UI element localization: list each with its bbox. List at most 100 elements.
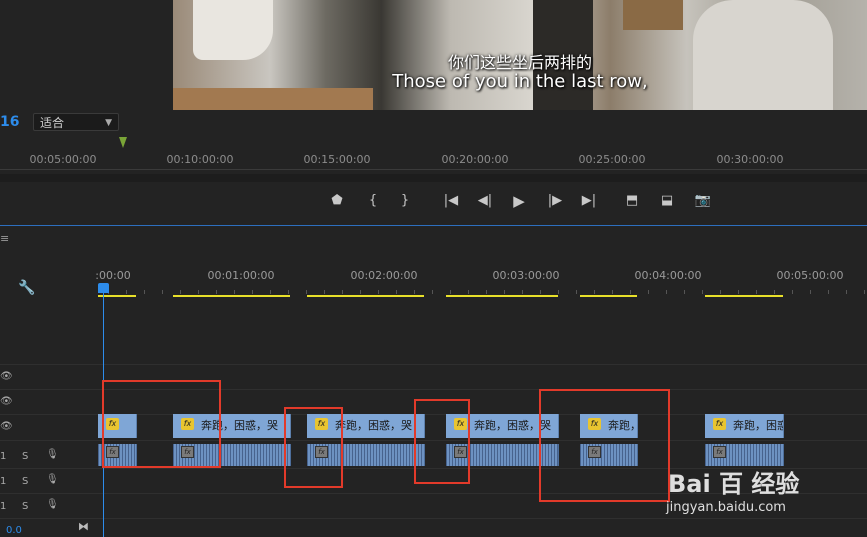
- ruler-minor-tick: [684, 290, 685, 294]
- render-bar-segment: [580, 295, 637, 297]
- ruler-minor-tick: [738, 290, 739, 294]
- audio-track-number: 1: [0, 476, 7, 487]
- monitor-scrollbar[interactable]: [0, 174, 867, 182]
- monitor-time-ruler[interactable]: 00:05:00:00 00:10:00:00 00:15:00:00 00:2…: [0, 144, 867, 170]
- render-bar-segment: [705, 295, 783, 297]
- annotation-box: [102, 380, 221, 468]
- go-to-out-icon[interactable]: ▶|: [578, 190, 600, 212]
- render-bar-segment: [307, 295, 424, 297]
- audio-track-number: 1: [0, 451, 7, 462]
- solo-button[interactable]: S: [22, 501, 28, 512]
- ruler-minor-tick: [306, 290, 307, 294]
- ruler-tick-label: :00:00: [95, 269, 131, 282]
- fx-badge: fx: [713, 418, 726, 430]
- ruler-minor-tick: [468, 290, 469, 294]
- baidu-watermark: Bai 百 经验 jingyan.baidu.com: [666, 464, 858, 534]
- ruler-tick-label: 00:15:00:00: [303, 153, 371, 166]
- panel-menu-icon[interactable]: ≡: [0, 232, 9, 245]
- program-monitor: 你们这些坐后两排的 Those of you in the last row, …: [0, 0, 867, 225]
- ruler-minor-tick: [648, 290, 649, 294]
- ruler-minor-tick: [630, 290, 631, 294]
- mark-in-icon[interactable]: {: [362, 190, 384, 212]
- ruler-tick-label: 00:02:00:00: [350, 269, 418, 282]
- ruler-minor-tick: [126, 290, 127, 294]
- ruler-minor-tick: [162, 290, 163, 294]
- wrench-icon[interactable]: 🔧: [18, 280, 35, 296]
- ruler-minor-tick: [216, 290, 217, 294]
- annotation-box: [539, 389, 670, 502]
- ruler-tick-label: 00:04:00:00: [634, 269, 702, 282]
- clip-name: 奔跑，困惑，哭: [335, 419, 412, 432]
- go-to-in-icon[interactable]: |◀: [440, 190, 462, 212]
- eye-icon[interactable]: 👁: [0, 371, 13, 382]
- ruler-minor-tick: [432, 290, 433, 294]
- step-back-icon[interactable]: ◀|: [474, 190, 496, 212]
- solo-button[interactable]: S: [22, 451, 28, 462]
- clip-name: 奔跑，困惑: [733, 419, 784, 432]
- ruler-tick-label: 00:10:00:00: [166, 153, 234, 166]
- ruler-tick-label: 00:30:00:00: [716, 153, 784, 166]
- extract-icon[interactable]: ⬓: [656, 190, 678, 212]
- subtitle-chinese: 你们这些坐后两排的: [447, 53, 592, 72]
- eye-icon[interactable]: 👁: [0, 421, 13, 432]
- microphone-icon[interactable]: 🎙: [46, 449, 59, 460]
- ruler-minor-tick: [288, 290, 289, 294]
- add-marker-icon[interactable]: ⬟: [326, 190, 348, 212]
- ruler-minor-tick: [540, 290, 541, 294]
- ruler-tick-label: 00:03:00:00: [492, 269, 560, 282]
- step-forward-icon[interactable]: |▶: [544, 190, 566, 212]
- ruler-minor-tick: [720, 290, 721, 294]
- mark-out-icon[interactable]: }: [394, 190, 416, 212]
- eye-icon[interactable]: 👁: [0, 396, 13, 407]
- timeline-time-ruler[interactable]: :00:00 00:01:00:00 00:02:00:00 00:03:00:…: [95, 266, 867, 294]
- ruler-minor-tick: [450, 290, 451, 294]
- ruler-minor-tick: [252, 290, 253, 294]
- render-bar-segment: [446, 295, 558, 297]
- chevron-down-icon: ▼: [105, 118, 112, 128]
- play-icon[interactable]: ▶: [508, 190, 530, 212]
- ruler-minor-tick: [504, 290, 505, 294]
- zoom-fit-select[interactable]: 适合 ▼: [33, 113, 119, 131]
- ruler-minor-tick: [414, 290, 415, 294]
- ruler-minor-tick: [324, 290, 325, 294]
- camera-icon[interactable]: 📷: [692, 190, 714, 212]
- ruler-minor-tick: [144, 290, 145, 294]
- microphone-icon[interactable]: 🎙: [46, 499, 59, 510]
- watermark-logo: Bai 百 经验: [668, 470, 800, 498]
- transport-controls: ⬟ { } |◀ ◀| ▶ |▶ ▶| ⬒ ⬓ 📷: [0, 190, 867, 212]
- ruler-minor-tick: [846, 290, 847, 294]
- solo-button[interactable]: S: [22, 476, 28, 487]
- ruler-minor-tick: [342, 290, 343, 294]
- zoom-value[interactable]: 0.0: [6, 525, 22, 536]
- ruler-minor-tick: [810, 290, 811, 294]
- ruler-minor-tick: [756, 290, 757, 294]
- ruler-minor-tick: [792, 290, 793, 294]
- ruler-minor-tick: [180, 290, 181, 294]
- video-clip[interactable]: fx 奔跑，困惑: [705, 414, 784, 438]
- playhead-timecode[interactable]: 16: [0, 114, 19, 130]
- ruler-minor-tick: [378, 290, 379, 294]
- ruler-minor-tick: [396, 290, 397, 294]
- zoom-fit-value: 适合: [40, 116, 65, 130]
- microphone-icon[interactable]: 🎙: [46, 474, 59, 485]
- ruler-minor-tick: [198, 290, 199, 294]
- ruler-minor-tick: [864, 290, 865, 294]
- fx-badge: fx: [713, 446, 726, 458]
- ruler-tick-label: 00:20:00:00: [441, 153, 509, 166]
- annotation-box: [414, 399, 470, 484]
- ruler-tick-label: 00:25:00:00: [578, 153, 646, 166]
- subtitle-english: Those of you in the last row,: [392, 71, 648, 92]
- snap-icon[interactable]: ⧓: [78, 520, 89, 533]
- ruler-minor-tick: [486, 290, 487, 294]
- timeline-playhead-handle[interactable]: [98, 283, 109, 293]
- ruler-tick-label: 00:01:00:00: [207, 269, 275, 282]
- ruler-minor-tick: [270, 290, 271, 294]
- annotation-box: [284, 407, 343, 488]
- ruler-tick-label: 00:05:00:00: [29, 153, 97, 166]
- ruler-minor-tick: [522, 290, 523, 294]
- audio-clip[interactable]: fx: [705, 444, 784, 466]
- ruler-minor-tick: [666, 290, 667, 294]
- lift-icon[interactable]: ⬒: [621, 190, 643, 212]
- watermark-url: jingyan.baidu.com: [666, 500, 786, 515]
- ruler-minor-tick: [612, 290, 613, 294]
